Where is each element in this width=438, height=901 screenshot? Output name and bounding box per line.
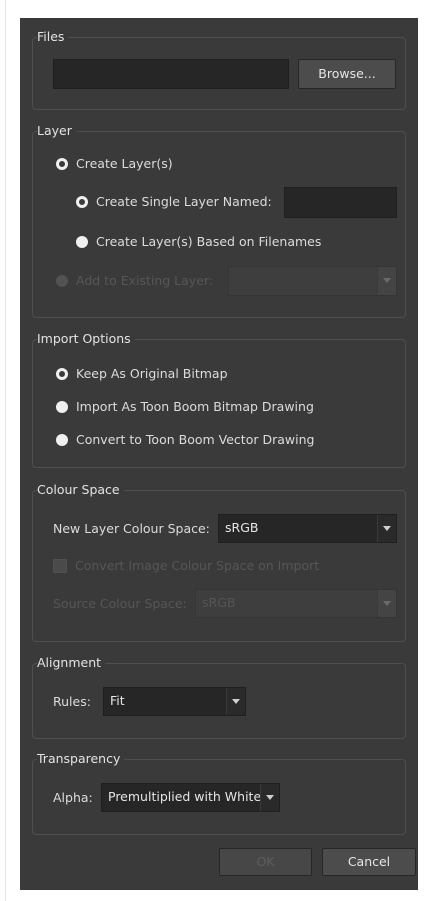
source-colour-space-label: Source Colour Space: [53, 596, 187, 611]
layer-group-title: Layer [37, 123, 76, 139]
convert-vector-radio[interactable] [56, 434, 68, 446]
alpha-dropdown-button[interactable] [260, 784, 279, 811]
chevron-down-icon [266, 795, 274, 800]
group-title-rule [130, 759, 166, 760]
single-layer-name-field[interactable] [284, 187, 397, 218]
existing-layer-combo[interactable] [228, 266, 397, 296]
group-title-rule [82, 131, 118, 132]
import-toon-bitmap-radio[interactable] [56, 401, 68, 413]
keep-original-radio[interactable] [56, 368, 68, 380]
import-toon-bitmap-label: Import As Toon Boom Bitmap Drawing [76, 399, 314, 414]
rules-combo[interactable]: Fit [103, 687, 246, 716]
alpha-label: Alpha: [53, 790, 93, 805]
create-single-layer-label: Create Single Layer Named: [96, 194, 272, 209]
colour-space-group: Colour Space New Layer Colour Space: sRG… [32, 482, 406, 642]
convert-colour-space-label: Convert Image Colour Space on Import [75, 558, 320, 573]
files-group-title: Files [37, 29, 69, 45]
new-layer-colour-space-label: New Layer Colour Space: [53, 521, 210, 536]
rules-dropdown-button[interactable] [226, 688, 245, 715]
convert-vector-label: Convert to Toon Boom Vector Drawing [76, 432, 315, 447]
import-images-dialog: Files Browse... Layer Create Layer(s) Cr… [20, 18, 418, 890]
transparency-group-title: Transparency [37, 751, 125, 767]
ok-button[interactable]: OK [219, 848, 312, 876]
transparency-group: Transparency Alpha: Premultiplied with W… [32, 751, 406, 835]
chevron-down-icon [383, 278, 391, 283]
convert-colour-space-checkbox[interactable] [53, 559, 67, 573]
based-on-filenames-label: Create Layer(s) Based on Filenames [96, 234, 322, 249]
new-layer-colour-space-value: sRGB [225, 520, 259, 535]
source-colour-space-value: sRGB [202, 595, 236, 610]
based-on-filenames-radio[interactable] [76, 236, 88, 248]
existing-layer-dropdown-button[interactable] [377, 267, 396, 295]
alpha-value: Premultiplied with White [108, 789, 262, 804]
add-existing-layer-radio[interactable] [56, 275, 68, 287]
group-title-rule [74, 37, 110, 38]
layer-group: Layer Create Layer(s) Create Single Laye… [32, 123, 406, 318]
source-colour-space-dropdown-button[interactable] [377, 590, 396, 617]
chevron-down-icon [383, 601, 391, 606]
create-layers-label: Create Layer(s) [76, 156, 173, 171]
colour-space-group-title: Colour Space [37, 482, 124, 498]
add-existing-layer-label: Add to Existing Layer: [76, 273, 214, 288]
import-options-group-title: Import Options [37, 331, 135, 347]
create-layers-radio[interactable] [56, 158, 68, 170]
group-title-rule [141, 339, 177, 340]
group-title-rule [130, 490, 166, 491]
alignment-group: Alignment Rules: Fit [32, 655, 406, 739]
new-layer-colour-space-dropdown-button[interactable] [377, 515, 396, 542]
chevron-down-icon [232, 699, 240, 704]
alignment-group-title: Alignment [37, 655, 106, 671]
alpha-combo[interactable]: Premultiplied with White [101, 783, 280, 812]
file-path-field[interactable] [53, 59, 289, 89]
create-single-layer-radio[interactable] [76, 196, 88, 208]
page-left-rule [5, 0, 6, 901]
cancel-button[interactable]: Cancel [322, 848, 416, 876]
rules-value: Fit [110, 693, 125, 708]
files-group: Files Browse... [32, 29, 406, 110]
browse-button[interactable]: Browse... [298, 59, 396, 89]
new-layer-colour-space-combo[interactable]: sRGB [218, 514, 397, 543]
import-options-group: Import Options Keep As Original Bitmap I… [32, 331, 406, 468]
source-colour-space-combo[interactable]: sRGB [195, 589, 397, 618]
chevron-down-icon [383, 526, 391, 531]
rules-label: Rules: [53, 694, 91, 709]
group-title-rule [111, 663, 147, 664]
keep-original-label: Keep As Original Bitmap [76, 366, 228, 381]
